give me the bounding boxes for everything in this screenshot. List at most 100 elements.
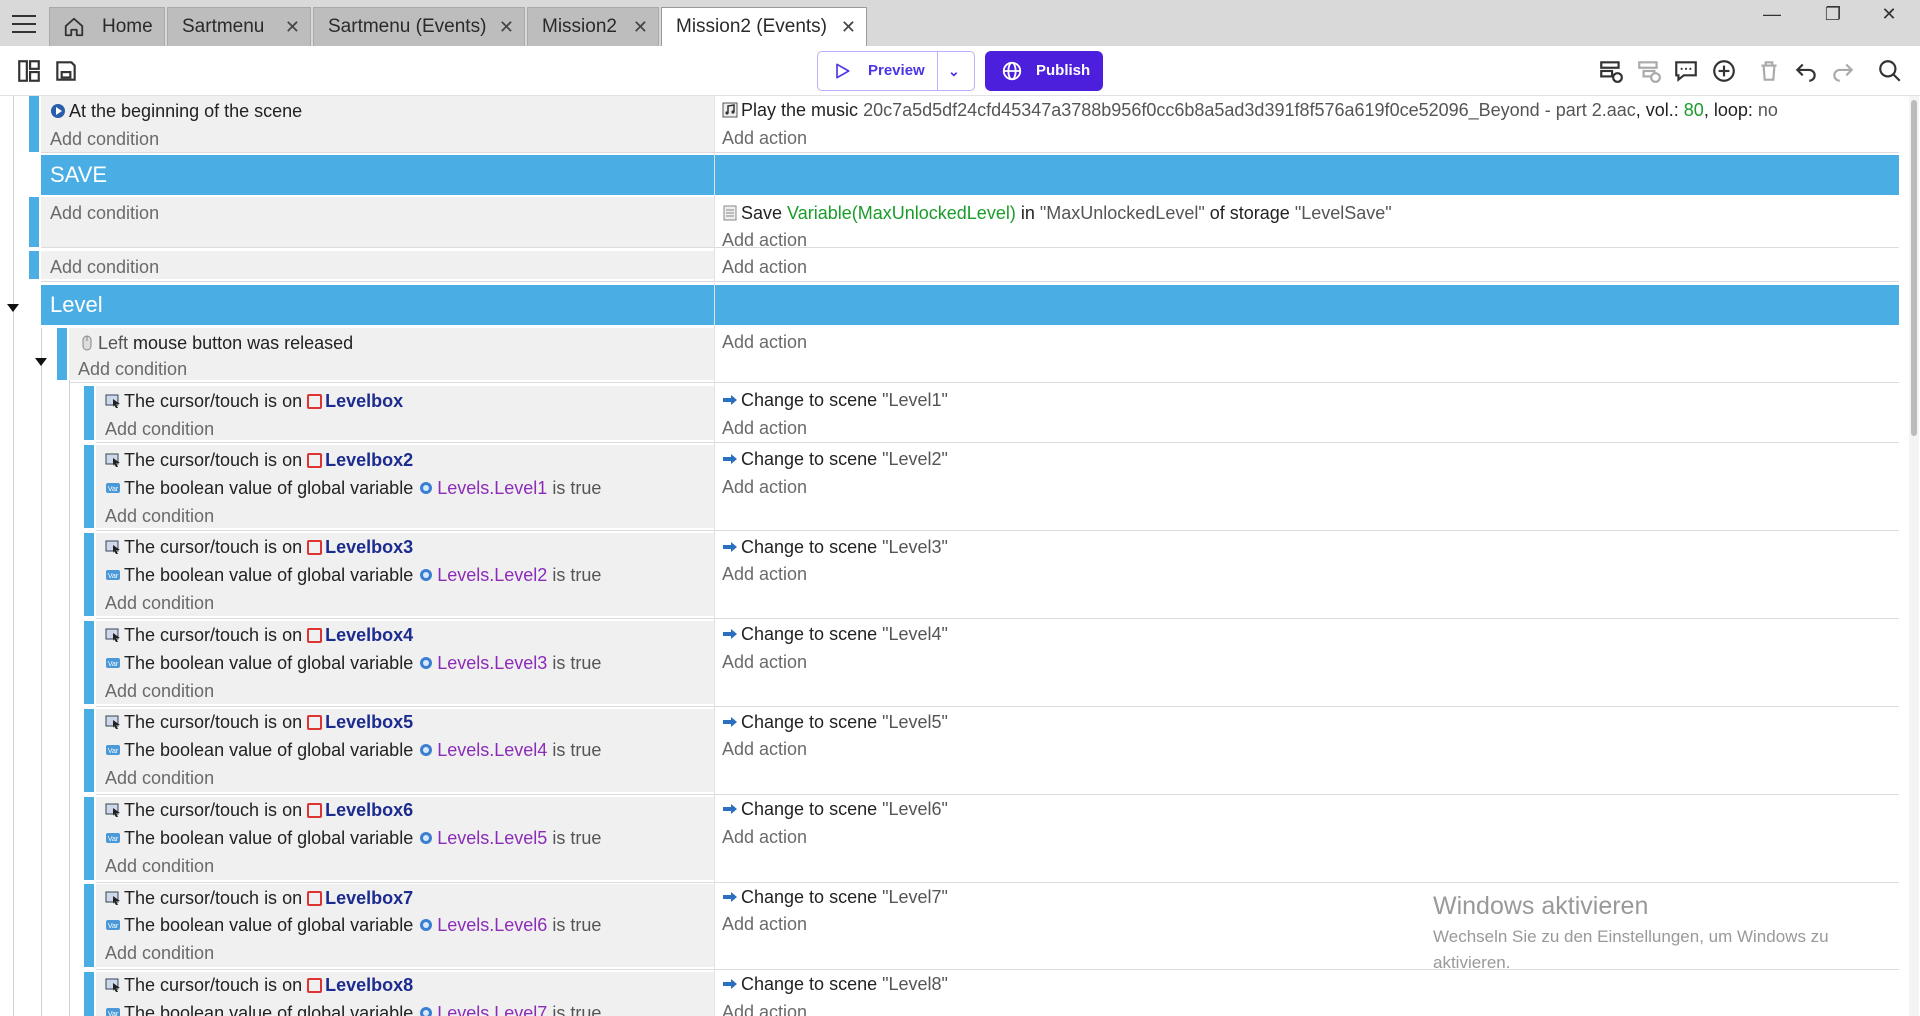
event-bar[interactable] [84,972,94,1016]
condition-cursor-on[interactable]: The cursor/touch is on Levelbox3 [105,537,413,558]
close-icon[interactable]: ✕ [841,8,856,46]
event-bar[interactable] [29,197,39,247]
group-save[interactable]: SAVE [41,155,1899,195]
tab-sartmenu-events[interactable]: Sartmenu (Events) ✕ [313,7,525,46]
group-level[interactable]: Level [41,285,1899,325]
delete-icon[interactable] [1756,58,1782,84]
condition-cursor-on[interactable]: The cursor/touch is on Levelbox8 [105,975,413,996]
add-subevent-icon[interactable] [1636,58,1662,84]
tab-mission2-events[interactable]: Mission2 (Events) ✕ [661,7,867,46]
add-condition-link[interactable]: Add condition [105,681,214,702]
search-icon[interactable] [1877,58,1903,84]
action-text: Change to scene [741,712,878,732]
undo-icon[interactable] [1793,58,1819,84]
close-window-icon[interactable]: ✕ [1866,0,1912,30]
action-save[interactable]: Save Variable(MaxUnlockedLevel) in "MaxU… [722,203,1392,224]
add-action-link[interactable]: Add action [722,418,807,439]
add-condition-link[interactable]: Add condition [78,359,187,380]
action-change-scene[interactable]: Change to scene "Level1" [722,390,948,411]
condition-bool-variable[interactable]: Var The boolean value of global variable … [105,478,601,499]
add-condition-link[interactable]: Add condition [105,419,214,440]
divider [96,706,1899,707]
condition-cursor-on[interactable]: The cursor/touch is on Levelbox4 [105,625,413,646]
close-icon[interactable]: ✕ [499,8,514,46]
condition-start[interactable]: At the beginning of the scene [50,101,302,122]
preview-button[interactable]: Preview ⌄ [817,51,975,91]
add-event-icon[interactable] [1598,58,1624,84]
tab-sartmenu[interactable]: Sartmenu ✕ [167,7,311,46]
condition-bool-variable[interactable]: Var The boolean value of global variable … [105,828,601,849]
add-condition-link[interactable]: Add condition [50,129,159,150]
condition-text: The boolean value of global variable [124,565,414,585]
publish-button[interactable]: Publish [985,51,1103,91]
panels-icon[interactable] [16,58,42,84]
add-condition-link[interactable]: Add condition [105,943,214,964]
action-change-scene[interactable]: Change to scene "Level5" [722,712,948,733]
action-change-scene[interactable]: Change to scene "Level2" [722,449,948,470]
condition-bool-variable[interactable]: Var The boolean value of global variable … [105,740,601,761]
add-condition-link[interactable]: Add condition [105,593,214,614]
object-name: Levelbox2 [325,450,414,470]
condition-bool-variable[interactable]: Var The boolean value of global variable … [105,1003,601,1016]
event-bar[interactable] [29,251,39,279]
action-change-scene[interactable]: Change to scene "Level3" [722,537,948,558]
restore-icon[interactable]: ❐ [1810,0,1856,30]
action-change-scene[interactable]: Change to scene "Level8" [722,974,948,995]
event-bar[interactable] [84,533,94,616]
add-action-link[interactable]: Add action [722,914,807,935]
tab-home[interactable]: Home [49,7,165,46]
add-circle-icon[interactable] [1711,58,1737,84]
add-condition-link[interactable]: Add condition [105,506,214,527]
add-action-link[interactable]: Add action [722,1002,807,1016]
close-icon[interactable]: ✕ [633,8,648,46]
tab-mission2[interactable]: Mission2 ✕ [527,7,659,46]
minimize-icon[interactable]: — [1749,0,1795,30]
event-bar[interactable] [84,445,94,528]
redo-icon[interactable] [1830,58,1856,84]
add-action-link[interactable]: Add action [722,827,807,848]
add-condition-link[interactable]: Add condition [50,203,159,224]
action-change-scene[interactable]: Change to scene "Level7" [722,887,948,908]
event-bar[interactable] [84,386,94,440]
close-icon[interactable]: ✕ [285,8,300,46]
condition-bool-variable[interactable]: Var The boolean value of global variable … [105,915,601,936]
action-change-scene[interactable]: Change to scene "Level4" [722,624,948,645]
add-condition-link[interactable]: Add condition [105,856,214,877]
collapse-arrow-icon[interactable] [35,358,47,366]
add-condition-link[interactable]: Add condition [50,257,159,278]
chevron-down-icon[interactable]: ⌄ [948,52,960,90]
add-condition-link[interactable]: Add condition [105,768,214,789]
add-action-link[interactable]: Add action [722,477,807,498]
action-text: Change to scene [741,449,878,469]
action-change-scene[interactable]: Change to scene "Level6" [722,799,948,820]
add-action-link[interactable]: Add action [722,564,807,585]
condition-cursor-on[interactable]: The cursor/touch is on Levelbox [105,391,403,412]
add-action-link[interactable]: Add action [722,128,807,149]
scrollbar-thumb[interactable] [1911,100,1917,436]
menu-icon[interactable] [12,15,36,33]
event-bar[interactable] [29,96,39,152]
condition-bool-variable[interactable]: Var The boolean value of global variable … [105,653,601,674]
condition-cursor-on[interactable]: The cursor/touch is on Levelbox5 [105,712,413,733]
condition-cursor-on[interactable]: The cursor/touch is on Levelbox7 [105,888,413,909]
condition-mouse-released[interactable]: Left mouse button was released [79,333,353,354]
add-action-link[interactable]: Add action [722,739,807,760]
add-action-link[interactable]: Add action [722,332,807,353]
event-bar[interactable] [84,621,94,704]
save-icon[interactable] [53,58,79,84]
condition-cursor-on[interactable]: The cursor/touch is on Levelbox2 [105,450,413,471]
collapse-arrow-icon[interactable] [7,304,19,312]
add-action-link[interactable]: Add action [722,652,807,673]
arrow-right-icon [723,979,737,989]
global-variable-icon [420,832,433,844]
event-bar[interactable] [57,328,67,380]
add-action-link[interactable]: Add action [722,257,807,278]
scene-name: "Level6" [882,799,948,819]
action-play-music[interactable]: Play the music 20c7a5d5df24cfd45347a3788… [722,100,1778,121]
event-bar[interactable] [84,709,94,792]
condition-bool-variable[interactable]: Var The boolean value of global variable … [105,565,601,586]
condition-cursor-on[interactable]: The cursor/touch is on Levelbox6 [105,800,413,821]
event-bar[interactable] [84,884,94,967]
comment-icon[interactable] [1673,58,1699,84]
event-bar[interactable] [84,797,94,880]
